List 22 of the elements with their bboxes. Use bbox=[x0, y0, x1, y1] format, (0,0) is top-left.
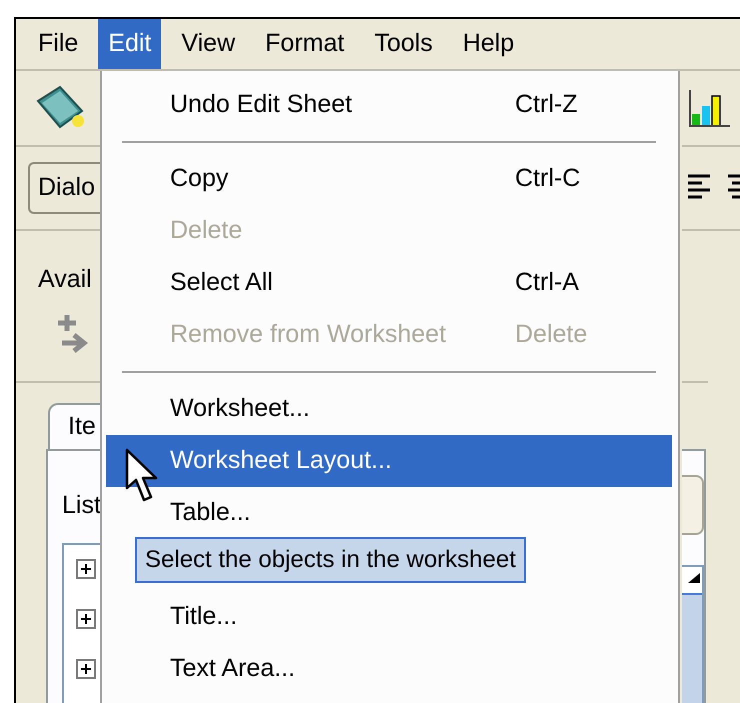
menu-bar-item[interactable]: View bbox=[171, 19, 246, 69]
menu-bar-item[interactable]: File bbox=[28, 19, 88, 69]
menu-item[interactable]: Table... bbox=[106, 487, 672, 539]
scroll-up-icon[interactable] bbox=[688, 573, 700, 583]
menu-item[interactable]: Title... bbox=[106, 591, 672, 643]
menu-item[interactable]: Select All Ctrl-A bbox=[106, 257, 672, 309]
menu-bar-item[interactable]: Tools bbox=[364, 19, 443, 69]
expand-icon[interactable] bbox=[76, 658, 96, 678]
menu-item[interactable]: Copy Ctrl-C bbox=[106, 153, 672, 205]
menu-item[interactable]: Text Area... bbox=[106, 643, 672, 695]
expand-icon[interactable] bbox=[76, 608, 96, 628]
bar-chart-icon[interactable] bbox=[688, 88, 732, 128]
menu-item[interactable]: Worksheet... bbox=[106, 383, 672, 435]
menu-bar-item[interactable]: Edit bbox=[98, 19, 162, 69]
menu-bar-item[interactable]: Help bbox=[452, 19, 524, 69]
menu-item[interactable]: Worksheet Layout... bbox=[106, 435, 672, 487]
menu-item[interactable]: Undo Edit Sheet Ctrl-Z bbox=[106, 79, 672, 131]
tooltip: Select the objects in the worksheet bbox=[135, 537, 526, 583]
list-label: List bbox=[62, 490, 102, 521]
menu-bar-item[interactable]: Format bbox=[255, 19, 354, 69]
expand-icon[interactable] bbox=[76, 558, 96, 578]
available-label: Avail bbox=[38, 264, 93, 295]
